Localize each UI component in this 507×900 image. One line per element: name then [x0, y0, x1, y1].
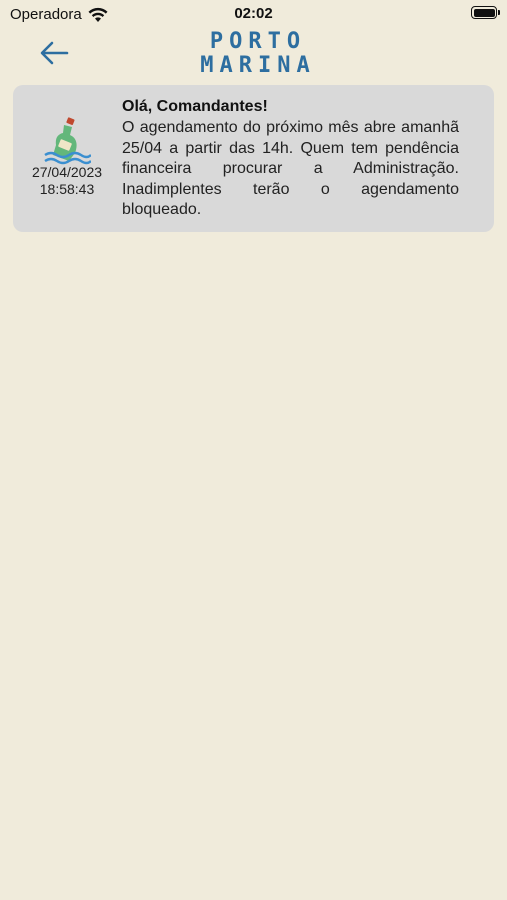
back-button[interactable] [36, 37, 72, 69]
message-timestamp: 27/04/2023 18:58:43 [13, 164, 121, 198]
porto-marina-logo: PORTO MARINA [196, 30, 320, 82]
logo-text-line2: MARINA [200, 53, 316, 78]
message-date: 27/04/2023 [31, 164, 103, 180]
status-bar: Operadora 02:02 [0, 0, 507, 28]
message-title: Olá, Comandantes! [122, 98, 268, 115]
battery-icon [471, 6, 500, 19]
arrow-left-icon [40, 41, 69, 65]
message-body: O agendamento do próximo mês abre amanhã… [122, 119, 459, 218]
logo-text-line1: PORTO [209, 29, 307, 54]
bottle-message-icon [44, 117, 91, 165]
status-time: 02:02 [234, 5, 273, 22]
message-card[interactable]: 27/04/2023 18:58:43 Olá, Comandantes! O … [13, 85, 494, 232]
navigation-bar: PORTO MARINA [0, 28, 507, 82]
message-time: 18:58:43 [39, 181, 95, 197]
